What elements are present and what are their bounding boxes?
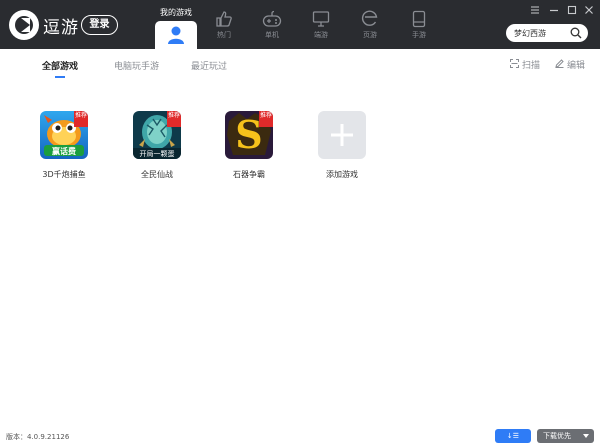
nav-hot[interactable]: 热门 [209,10,239,46]
nav-standalone-label: 单机 [265,31,279,39]
nav-standalone[interactable]: 单机 [257,10,287,46]
game-tile[interactable]: 开局一颗蛋 推荐 全民仙战 [133,111,181,179]
tab-pc-mobile-games[interactable]: 电脑玩手游 [114,59,159,72]
nav-mobile-games-label: 手游 [412,31,426,39]
edit-label: 编辑 [567,61,586,71]
app-logo-icon [9,10,39,40]
game-icon[interactable]: 开局一颗蛋 推荐 [133,111,181,159]
nav-mobile-games[interactable]: 手游 [404,10,434,46]
add-game-label[interactable]: 添加游戏 [298,169,386,180]
nav-web-games-label: 页游 [363,31,377,39]
tab-recently-played[interactable]: 最近玩过 [191,59,227,72]
game-art-text: 开局一颗蛋 [139,150,175,158]
pencil-icon [555,59,564,68]
download-list-button[interactable]: ↓☰ [495,429,531,443]
plus-icon [331,124,353,146]
tab-all-games[interactable]: 全部游戏 [42,59,78,72]
mobile-icon [412,10,426,28]
version-text: 版本：4.0.9.21126 [6,433,70,441]
game-art-text: 赢话费 [52,147,76,156]
thumbs-up-icon [216,11,232,27]
search-input[interactable]: 梦幻西游 [514,28,546,39]
chevron-down-icon[interactable] [583,434,589,438]
download-priority-label: 下载优先 [543,432,571,440]
game-tile[interactable]: 赢话费 推荐 3D千炮捕鱼 [40,111,88,179]
nav-hot-label: 热门 [217,31,231,39]
game-icon[interactable]: S 推荐 [225,111,273,159]
game-tile[interactable]: S 推荐 石器争霸 [225,111,273,179]
search-icon[interactable] [570,27,582,39]
menu-icon[interactable] [530,5,540,15]
nav-my-games-label: 我的游戏 [160,8,192,17]
browser-e-icon [361,10,378,26]
game-name[interactable]: 全民仙战 [113,169,201,180]
game-icon[interactable]: 赢话费 推荐 [40,111,88,159]
minimize-icon[interactable] [549,5,559,15]
game-name[interactable]: 石器争霸 [205,169,293,180]
close-icon[interactable] [584,5,594,15]
scan-label: 扫描 [522,61,541,71]
user-icon [168,26,184,44]
gamepad-icon [262,10,282,27]
app-window: 逗游 登录 我的游戏 热门 单机 端游 页游 手游 梦幻西游 全部游戏 电脑玩手… [0,0,600,446]
title-bar: 逗游 登录 我的游戏 热门 单机 端游 页游 手游 梦幻西游 [0,0,600,49]
game-name[interactable]: 3D千炮捕鱼 [20,169,108,180]
nav-my-games[interactable]: 我的游戏 [155,0,197,49]
brand-name: 逗游 [43,18,79,38]
nav-web-games[interactable]: 页游 [355,10,385,46]
maximize-icon[interactable] [567,5,577,15]
recommend-badge: 推荐 [74,111,88,127]
monitor-icon [312,11,330,27]
recommend-badge: 推荐 [167,111,181,127]
nav-client-games-label: 端游 [314,31,328,39]
scan-icon [510,59,519,68]
add-game-tile[interactable]: 添加游戏 [318,111,366,179]
login-button[interactable]: 登录 [81,15,118,35]
download-priority-button[interactable]: 下载优先 [537,429,594,443]
recommend-badge: 推荐 [259,111,273,127]
tab-active-indicator [55,76,65,78]
add-game-button[interactable] [318,111,366,159]
nav-client-games[interactable]: 端游 [306,10,336,46]
search-box[interactable]: 梦幻西游 [506,24,588,42]
